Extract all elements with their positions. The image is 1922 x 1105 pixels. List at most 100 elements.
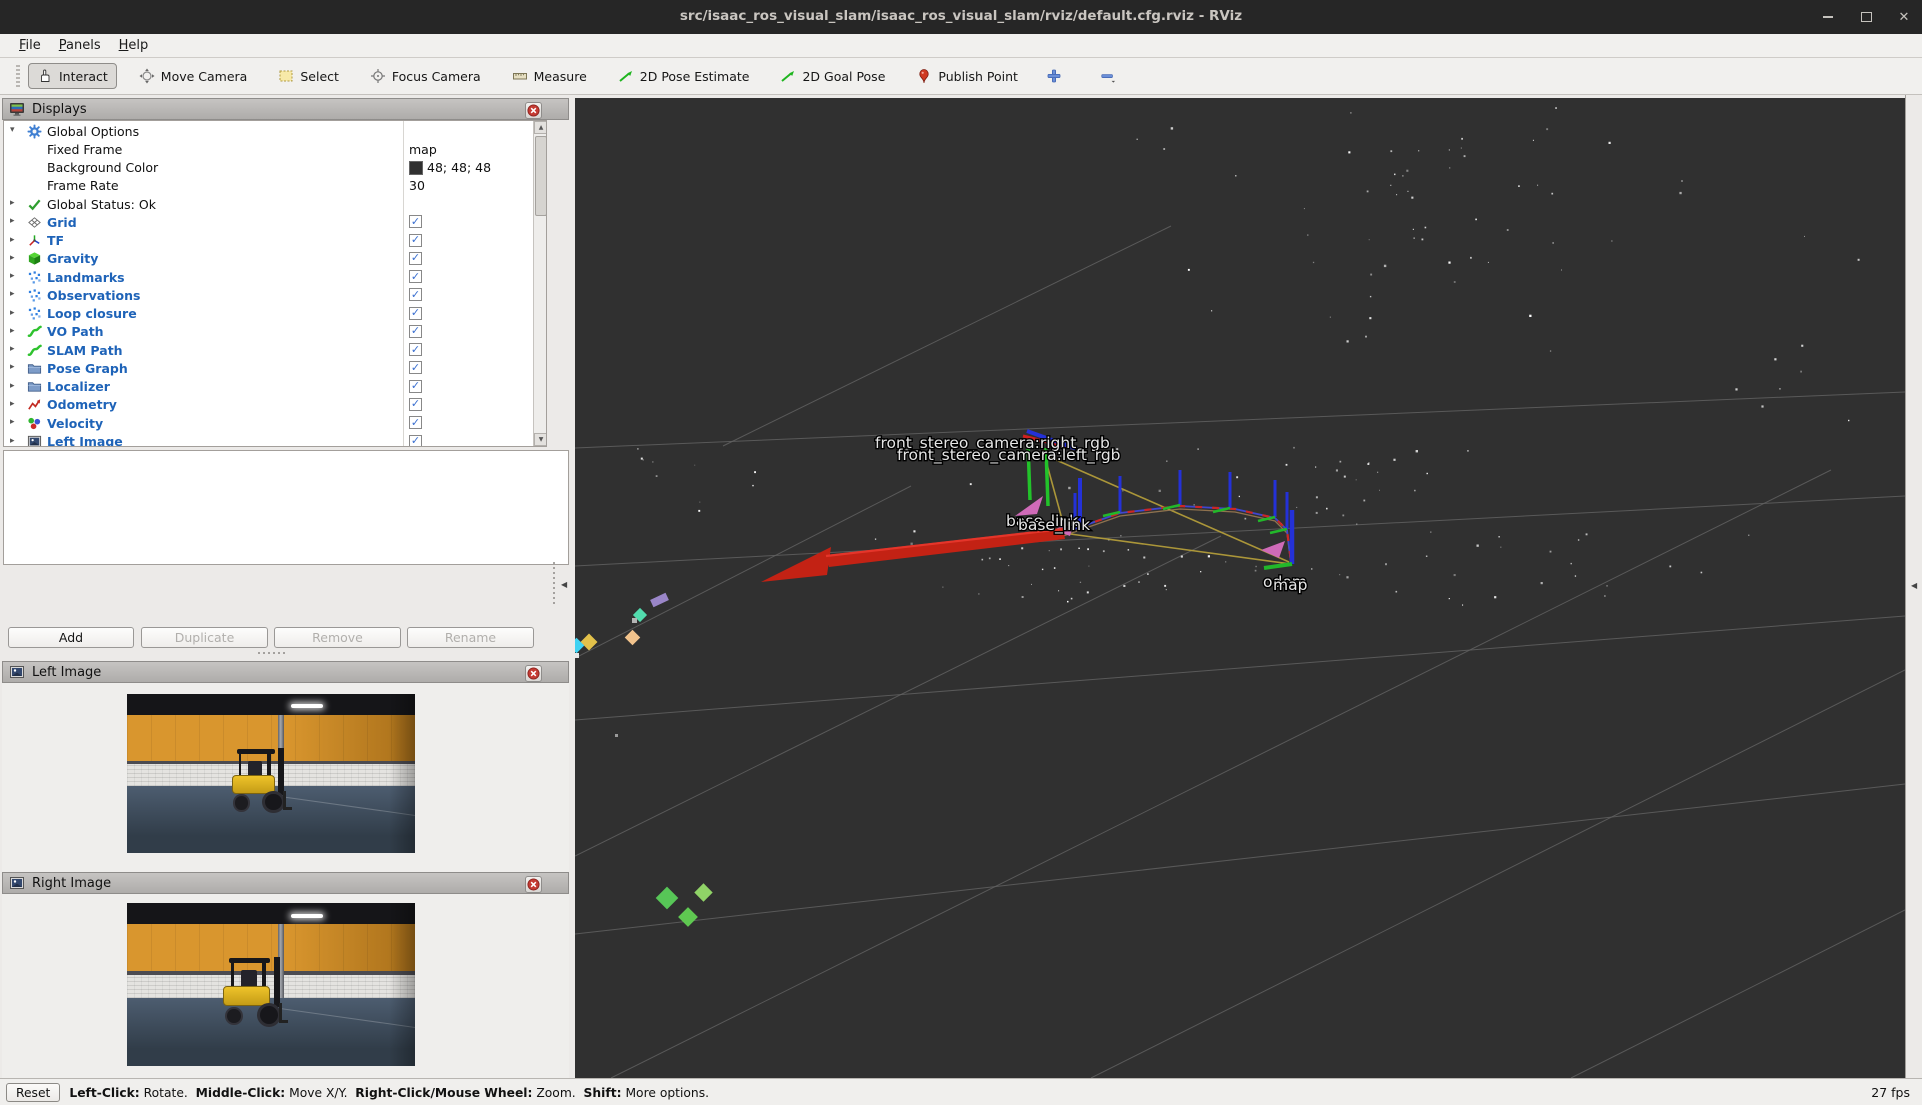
- display-checkbox[interactable]: ✓: [409, 343, 422, 356]
- tree-display-row[interactable]: ▸VO Path✓: [4, 323, 531, 341]
- display-checkbox[interactable]: ✓: [409, 215, 422, 228]
- remove-tool-button[interactable]: [1094, 63, 1122, 89]
- close-displays-panel-button[interactable]: [525, 102, 542, 119]
- expander-icon[interactable]: ▸: [10, 289, 15, 299]
- expander-icon[interactable]: ▸: [10, 235, 15, 245]
- rename-display-button[interactable]: Rename: [407, 627, 534, 648]
- tree-display-row[interactable]: ▸Grid✓: [4, 213, 531, 231]
- tree-display-row[interactable]: ▸Observations✓: [4, 286, 531, 304]
- right-camera-image: [127, 903, 415, 1066]
- left-image-panel-title: Left Image: [32, 665, 101, 680]
- tree-column-divider[interactable]: [403, 121, 404, 446]
- scroll-down-button[interactable]: ▼: [534, 433, 547, 446]
- dock-splitter-handle[interactable]: [553, 562, 555, 604]
- expander-icon[interactable]: ▸: [10, 344, 15, 354]
- menu-item-file[interactable]: File: [10, 36, 50, 55]
- tool-select[interactable]: Select: [269, 63, 348, 89]
- right-image-panel-body: [2, 894, 569, 1078]
- tree-item-label: Global Options: [47, 124, 139, 139]
- tree-display-row[interactable]: ▸Odometry✓: [4, 396, 531, 414]
- displays-panel-header[interactable]: Displays: [2, 98, 569, 120]
- tree-display-row[interactable]: ▸Loop closure✓: [4, 305, 531, 323]
- expander-icon[interactable]: ▸: [10, 216, 15, 226]
- tree-display-row[interactable]: ▸Left Image✓: [4, 433, 531, 447]
- right-image-panel-header[interactable]: Right Image: [2, 872, 569, 894]
- duplicate-display-button[interactable]: Duplicate: [141, 627, 268, 648]
- svg-text:map: map: [1273, 576, 1307, 594]
- display-checkbox[interactable]: ✓: [409, 252, 422, 265]
- expander-icon[interactable]: ▸: [10, 362, 15, 372]
- add-tool-button[interactable]: [1040, 63, 1068, 89]
- expander-icon[interactable]: ▸: [10, 436, 15, 446]
- expander-icon[interactable]: ▸: [10, 271, 15, 281]
- tree-display-row[interactable]: ▸SLAM Path✓: [4, 341, 531, 359]
- menu-item-help[interactable]: Help: [110, 36, 158, 55]
- tree-display-row[interactable]: ▸Gravity✓: [4, 250, 531, 268]
- tree-display-row[interactable]: ▸Pose Graph✓: [4, 359, 531, 377]
- fps-counter: 27 fps: [1871, 1085, 1910, 1100]
- expander-icon[interactable]: ▸: [10, 381, 15, 391]
- expander-icon[interactable]: ▸: [10, 326, 15, 336]
- display-checkbox[interactable]: ✓: [409, 416, 422, 429]
- property-value[interactable]: map: [409, 142, 437, 157]
- tool-2d-pose-estimate[interactable]: 2D Pose Estimate: [609, 63, 759, 89]
- tree-display-row[interactable]: ▸Localizer✓: [4, 378, 531, 396]
- panel-splitter-handle[interactable]: [258, 652, 285, 654]
- tree-item-label: Landmarks: [47, 270, 125, 285]
- expander-icon[interactable]: ▸: [10, 253, 15, 263]
- tree-scrollbar[interactable]: ▲ ▼: [533, 121, 547, 446]
- expander-icon[interactable]: ▸: [10, 198, 15, 208]
- hand-icon: [37, 68, 53, 84]
- property-value[interactable]: 30: [409, 178, 425, 193]
- tree-display-row[interactable]: ▸ Landmarks ✓: [4, 268, 531, 286]
- menu-item-panels[interactable]: Panels: [50, 36, 110, 55]
- left-image-panel-header[interactable]: Left Image: [2, 661, 569, 683]
- tree-display-row[interactable]: ▸Velocity✓: [4, 414, 531, 432]
- display-checkbox[interactable]: ✓: [409, 325, 422, 338]
- tool-interact[interactable]: Interact: [28, 63, 117, 89]
- path-icon: [27, 324, 43, 340]
- display-checkbox[interactable]: ✓: [409, 361, 422, 374]
- display-checkbox[interactable]: ✓: [409, 380, 422, 393]
- expand-right-panel-arrow[interactable]: ◀: [1911, 581, 1917, 590]
- display-checkbox[interactable]: ✓: [409, 435, 422, 447]
- display-checkbox[interactable]: ✓: [409, 270, 422, 283]
- display-checkbox[interactable]: ✓: [409, 288, 422, 301]
- tool-2d-goal-pose[interactable]: 2D Goal Pose: [771, 63, 894, 89]
- tree-display-row[interactable]: ▸TF✓: [4, 232, 531, 250]
- tree-property-row[interactable]: Background Color48; 48; 48: [4, 159, 531, 177]
- tree-display-row[interactable]: ▸Global Status: Ok: [4, 195, 531, 213]
- close-left-image-panel-button[interactable]: [525, 665, 542, 682]
- close-button[interactable]: ✕: [1896, 9, 1912, 25]
- display-checkbox[interactable]: ✓: [409, 234, 422, 247]
- minimize-button[interactable]: [1820, 9, 1836, 25]
- expander-icon[interactable]: ▸: [10, 308, 15, 318]
- expander-icon[interactable]: ▸: [10, 417, 15, 427]
- tool-publish-point[interactable]: Publish Point: [907, 63, 1027, 89]
- reset-button[interactable]: Reset: [6, 1083, 60, 1102]
- scroll-up-button[interactable]: ▲: [534, 121, 547, 134]
- dots-icon: [27, 306, 43, 322]
- toolbar-grip[interactable]: [16, 65, 20, 87]
- display-checkbox[interactable]: ✓: [409, 307, 422, 320]
- tree-display-row[interactable]: ▾ Global Options: [4, 122, 531, 140]
- tool-move-camera[interactable]: Move Camera: [130, 63, 257, 89]
- 3d-viewport[interactable]: front_stereo_camera:right_rgbfront_stere…: [575, 98, 1905, 1078]
- property-value[interactable]: 48; 48; 48: [409, 160, 491, 175]
- tool-focus-camera[interactable]: Focus Camera: [361, 63, 490, 89]
- display-checkbox[interactable]: ✓: [409, 398, 422, 411]
- expander-icon[interactable]: ▾: [10, 125, 15, 135]
- collapse-left-panel-arrow[interactable]: ◀: [561, 580, 567, 589]
- tree-property-row[interactable]: Fixed Framemap: [4, 140, 531, 158]
- maximize-button[interactable]: [1858, 9, 1874, 25]
- scrollbar-thumb[interactable]: [535, 136, 547, 216]
- add-display-button[interactable]: Add: [8, 627, 134, 648]
- left-image-panel-body: [2, 683, 569, 872]
- minus-icon: [1100, 68, 1116, 84]
- tool-measure[interactable]: Measure: [503, 63, 596, 89]
- close-right-image-panel-button[interactable]: [525, 876, 542, 893]
- tree-property-row[interactable]: Frame Rate30: [4, 177, 531, 195]
- menu-bar: FilePanelsHelp: [0, 34, 1922, 58]
- expander-icon[interactable]: ▸: [10, 399, 15, 409]
- remove-display-button[interactable]: Remove: [274, 627, 401, 648]
